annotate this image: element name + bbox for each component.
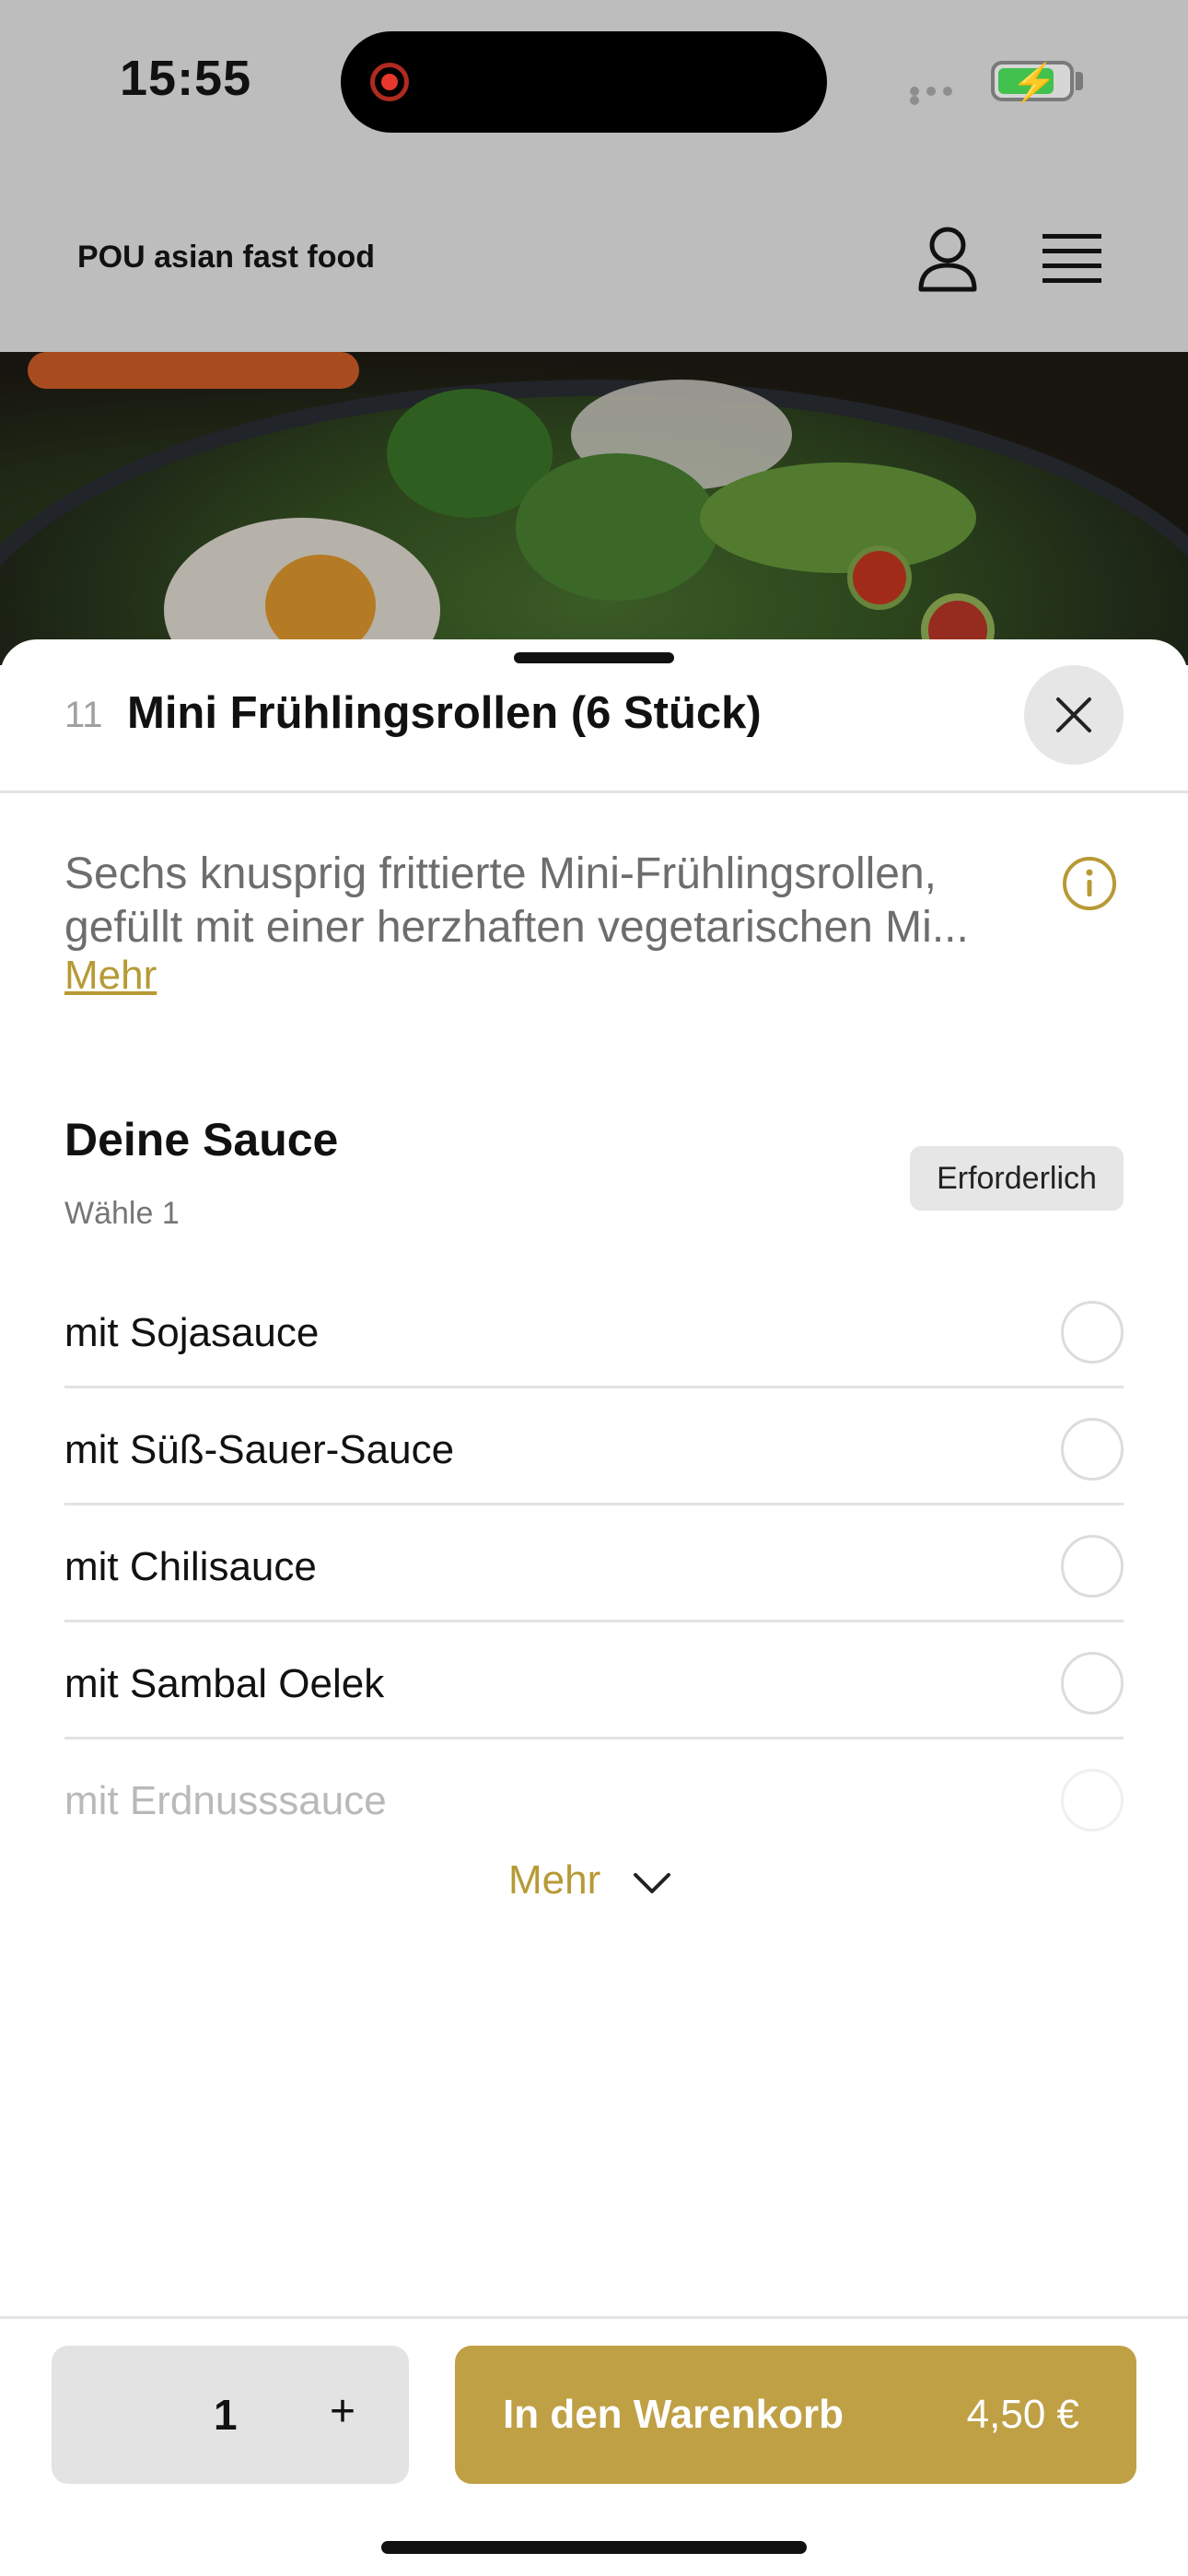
radio-button[interactable] xyxy=(1061,1652,1124,1715)
description-more-link[interactable]: Mehr xyxy=(64,953,157,999)
quantity-stepper: 1 + xyxy=(52,2346,409,2484)
close-icon xyxy=(1056,697,1091,732)
quantity-plus-button[interactable]: + xyxy=(330,2386,355,2437)
required-badge: Erforderlich xyxy=(910,1146,1124,1211)
menu-icon[interactable] xyxy=(1042,232,1101,286)
quantity-value: 1 xyxy=(214,2391,238,2439)
sauce-option-label: mit Sojasauce xyxy=(64,1310,320,1355)
item-number: 11 xyxy=(64,695,103,735)
sauce-options-list: mit Sojasauce mit Süß-Sauer-Sauce mit Ch… xyxy=(64,1271,1124,1856)
divider xyxy=(0,790,1188,793)
sauce-group-subtitle: Wähle 1 xyxy=(64,1196,180,1231)
dynamic-island xyxy=(341,31,827,133)
site-header: POU asian fast food xyxy=(0,166,1188,352)
info-icon[interactable] xyxy=(1061,855,1118,912)
battery-icon: ⚡ xyxy=(991,61,1074,103)
sheet-grabber[interactable] xyxy=(514,652,674,663)
chevron-down-icon[interactable] xyxy=(632,1870,672,1896)
sauce-group-title: Deine Sauce xyxy=(64,1114,339,1165)
cart-price: 4,50 € xyxy=(966,2392,1079,2437)
close-button[interactable] xyxy=(1024,665,1124,765)
add-to-cart-label: In den Warenkorb xyxy=(503,2392,844,2437)
sauce-option[interactable]: mit Süß-Sauer-Sauce xyxy=(64,1388,1124,1505)
show-more-options-button[interactable]: Mehr xyxy=(508,1857,600,1903)
sauce-option[interactable]: mit Chilisauce xyxy=(64,1505,1124,1622)
cellular-signal-icon xyxy=(910,87,971,105)
radio-button[interactable] xyxy=(1061,1769,1124,1832)
sauce-option-label: mit Erdnusssauce xyxy=(64,1778,387,1823)
add-to-cart-button[interactable]: In den Warenkorb 4,50 € xyxy=(455,2346,1136,2484)
radio-button[interactable] xyxy=(1061,1535,1124,1598)
radio-button[interactable] xyxy=(1061,1301,1124,1364)
user-icon[interactable] xyxy=(917,225,978,293)
hero-food-image xyxy=(0,352,1188,665)
footer-divider xyxy=(0,2316,1188,2319)
status-time: 15:55 xyxy=(120,51,252,106)
home-indicator[interactable] xyxy=(381,2541,807,2554)
recording-icon xyxy=(370,63,409,101)
sauce-option[interactable]: mit Erdnusssauce xyxy=(64,1739,1124,1856)
status-bar: 15:55 ⚡ xyxy=(0,0,1188,166)
sauce-option-label: mit Chilisauce xyxy=(64,1544,317,1589)
sauce-option-label: mit Süß-Sauer-Sauce xyxy=(64,1427,455,1472)
sauce-option[interactable]: mit Sambal Oelek xyxy=(64,1622,1124,1739)
item-title: Mini Frühlingsrollen (6 Stück) xyxy=(127,688,762,738)
site-title[interactable]: POU asian fast food xyxy=(77,240,375,275)
radio-button[interactable] xyxy=(1061,1418,1124,1481)
item-description: Sechs knusprig frittierte Mini-Frühlings… xyxy=(64,849,969,952)
sauce-option-label: mit Sambal Oelek xyxy=(64,1661,385,1706)
product-sheet: 11 Mini Frühlingsrollen (6 Stück) Sechs … xyxy=(0,639,1188,2576)
sauce-option[interactable]: mit Sojasauce xyxy=(64,1271,1124,1388)
